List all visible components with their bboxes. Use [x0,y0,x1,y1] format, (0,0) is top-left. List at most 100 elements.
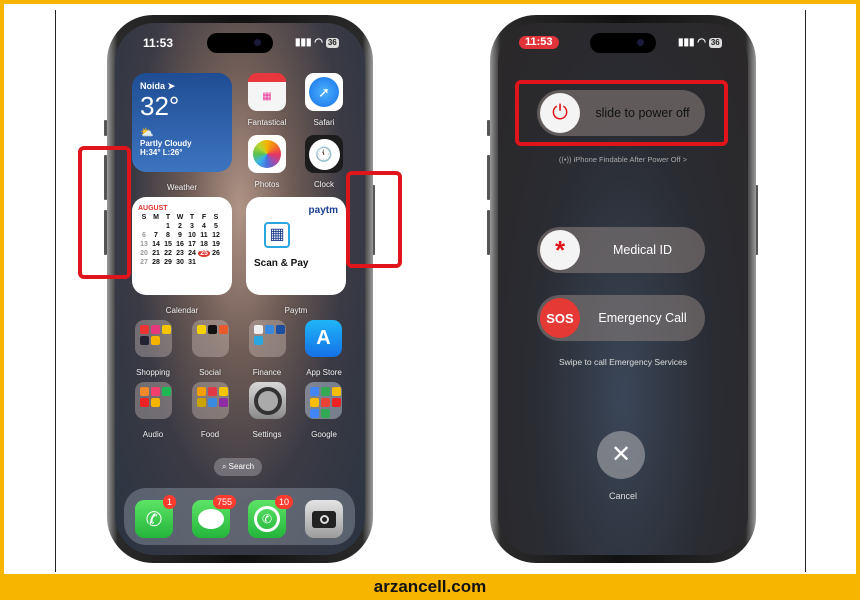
calendar-date [150,223,162,230]
audio-folder[interactable] [135,382,172,419]
medical-asterisk-icon: * [554,235,566,265]
calendar-date [198,259,210,266]
weekday-label: M [153,214,159,221]
notification-badge: 10 [275,495,294,509]
weather-range: H:34° L:26° [140,148,183,157]
medical-id-slider[interactable]: * Medical ID [537,227,705,273]
calendar-date: 8 [166,232,170,239]
wifi-icon: ◠ [697,37,707,48]
power-slider-highlight [515,80,728,146]
calendar-date: 30 [176,259,184,266]
app-label: Settings [252,430,282,439]
clock-app-icon[interactable]: 🕚 [305,135,343,173]
widget-label: Calendar [165,306,199,315]
calendar-date: 26 [212,250,220,257]
search-icon: ⌕ [221,462,227,471]
weekday-label: T [165,214,171,221]
app-label: Clock [313,180,334,189]
calendar-date: 7 [154,232,158,239]
findable-link[interactable]: ((•)) iPhone Findable After Power Off > [498,155,748,164]
weather-widget[interactable]: Noida ➤ 32° ⛅ Partly Cloudy H:34° L:26° [132,73,232,172]
status-icons: ▮▮▮ ◠ 36 [678,37,722,48]
divider [805,10,806,572]
food-folder[interactable] [192,382,229,419]
calendar-date: 18 [200,241,208,248]
app-label: App Store [306,368,342,377]
medical-knob[interactable]: * [540,230,580,270]
sos-knob[interactable]: SOS [540,298,580,338]
calendar-date: 10 [188,232,196,239]
calendar-date: 2 [178,223,182,230]
volume-buttons-highlight [78,146,131,279]
calendar-date: 31 [188,259,196,266]
weather-condition: Partly Cloudy [140,139,192,148]
calendar-date: 14 [152,241,160,248]
weekday-label: T [189,214,195,221]
calendar-date: 3 [190,223,194,230]
widget-label: Weather [166,183,198,192]
close-icon: ✕ [610,441,632,468]
calendar-date: 5 [214,223,218,230]
weather-city: Noida [140,81,166,91]
fantastical-app-icon[interactable]: ▦ [248,73,286,111]
battery-icon: 36 [325,38,339,48]
frame-border [0,0,4,600]
partly-cloudy-icon: ⛅ [140,127,154,139]
calendar-date: 6 [142,232,146,239]
sos-hint: Swipe to call Emergency Services [558,357,688,367]
calendar-date: 24 [188,250,196,257]
calendar-date: 13 [140,241,148,248]
emergency-sos-slider[interactable]: SOS Emergency Call [537,295,705,341]
calendar-date: 9 [178,232,182,239]
side-button-highlight [346,171,402,268]
battery-icon: 36 [708,38,722,48]
dynamic-island [207,33,273,53]
weekday-label: W [176,214,184,221]
dynamic-island [590,33,656,53]
left-iphone: 11:53 ▮▮▮ ◠ 36 Noida ➤ 32° ⛅ Partly Clou… [107,15,373,563]
weekday-label: S [213,214,219,221]
calendar-date: 17 [188,241,196,248]
camera-app-icon[interactable] [305,500,343,538]
camera-dot [254,39,261,46]
calendar-date: 20 [140,250,148,257]
divider [55,10,56,572]
qr-scan-icon: ▦ [264,222,290,248]
app-label: Food [200,430,220,439]
calendar-date: 27 [140,259,148,266]
slider-label: Medical ID [612,243,673,257]
status-icons: ▮▮▮ ◠ 36 [295,37,339,48]
calendar-date [138,223,150,230]
finance-folder[interactable] [249,320,286,357]
scan-pay-label: Scan & Pay [254,258,309,269]
search-pill[interactable]: ⌕ Search [214,458,262,476]
calendar-grid: S M T W T F S 1 2 3 4 5 6 7 8 9 10 11 12 13 14 15 16 17 18 19 20 21… [138,214,226,266]
app-store-icon[interactable]: A [305,320,342,357]
app-label: Shopping [136,368,170,377]
notification-badge: 755 [213,495,237,509]
google-folder[interactable] [305,382,342,419]
social-folder[interactable] [192,320,229,357]
shopping-folder[interactable] [135,320,172,357]
photos-app-icon[interactable] [248,135,286,173]
settings-app-icon[interactable] [249,382,286,419]
paytm-widget[interactable]: paytm ▦ Scan & Pay [246,197,346,295]
weekday-label: S [141,214,147,221]
calendar-date: 11 [200,232,208,239]
weather-temp: 32° [140,91,180,121]
calendar-month: AUGUST [138,205,168,212]
weekday-label: F [201,214,207,221]
app-label: Social [199,368,221,377]
frame-border [0,0,860,4]
paytm-logo: paytm [308,205,338,216]
app-label: Photos [254,180,280,189]
safari-app-icon[interactable]: ➚ [305,73,343,111]
app-label: Fantastical [247,118,287,127]
home-screen: 11:53 ▮▮▮ ◠ 36 Noida ➤ 32° ⛅ Partly Clou… [115,23,365,555]
calendar-date [210,259,222,266]
cancel-button[interactable]: ✕ [597,431,645,479]
calendar-date: 1 [166,223,170,230]
calendar-widget[interactable]: AUGUST S M T W T F S 1 2 3 4 5 6 7 8 9 10 11 12 13 14 15 16 17 1… [132,197,232,295]
calendar-date: 15 [164,241,172,248]
status-time-recording: 11:53 [519,36,559,49]
